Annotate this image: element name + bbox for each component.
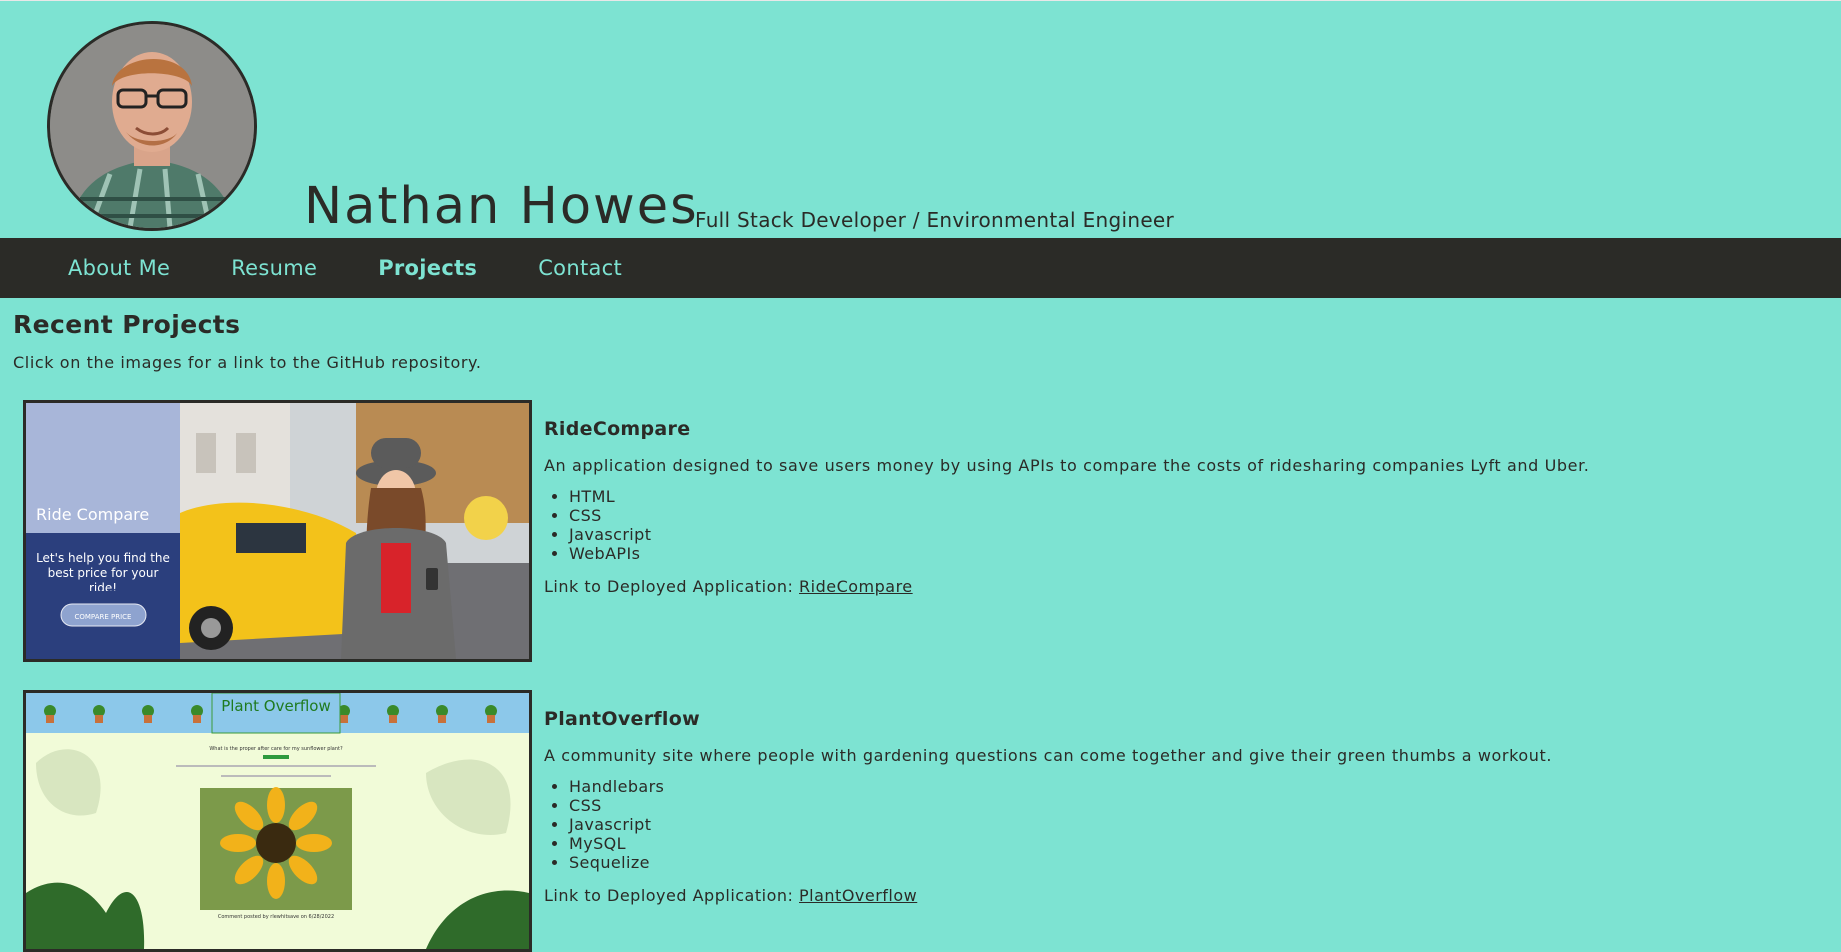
site-name: Nathan Howes xyxy=(304,177,699,236)
nav-link-resume[interactable]: Resume xyxy=(231,256,317,280)
project-info-plantoverflow: PlantOverflow A community site where peo… xyxy=(544,708,1744,905)
profile-photo xyxy=(47,21,257,231)
nav-link-projects[interactable]: Projects xyxy=(378,256,477,280)
profile-photo-image xyxy=(50,24,254,228)
project-screenshot-plantoverflow[interactable]: Plant Overflow What is the proper after … xyxy=(23,690,532,952)
project-title: PlantOverflow xyxy=(544,708,700,730)
project-screenshot-ridecompare[interactable]: Ride Compare Let's help you find the bes… xyxy=(23,400,532,662)
tech-list-item: CSS xyxy=(569,506,1744,525)
deployed-link-plantoverflow[interactable]: PlantOverflow xyxy=(799,886,917,905)
tech-list-item: Sequelize xyxy=(569,853,1744,872)
project-info-ridecompare: RideCompare An application designed to s… xyxy=(544,418,1744,596)
section-intro: Click on the images for a link to the Gi… xyxy=(13,353,482,372)
ridecompare-screenshot-image: Ride Compare Let's help you find the bes… xyxy=(26,403,529,659)
tech-list-item: CSS xyxy=(569,796,1744,815)
tech-list-item: MySQL xyxy=(569,834,1744,853)
tech-list-item: WebAPIs xyxy=(569,544,1744,563)
site-header: Nathan Howes Full Stack Developer / Envi… xyxy=(0,0,1841,238)
deployed-link-line: Link to Deployed Application: PlantOverf… xyxy=(544,886,1744,905)
project-description: An application designed to save users mo… xyxy=(544,456,1590,475)
tech-list: Handlebars CSS Javascript MySQL Sequeliz… xyxy=(544,777,1744,872)
tech-list-item: Handlebars xyxy=(569,777,1744,796)
project-description: A community site where people with garde… xyxy=(544,746,1553,765)
ridecompare-app-title: Ride Compare xyxy=(36,505,149,524)
main-nav: About Me Resume Projects Contact xyxy=(0,238,1841,298)
tech-list-item: HTML xyxy=(569,487,1744,506)
nav-link-about-me[interactable]: About Me xyxy=(68,256,170,280)
plantoverflow-screenshot-image: Plant Overflow What is the proper after … xyxy=(26,693,529,949)
tech-list-item: Javascript xyxy=(569,525,1744,544)
ridecompare-compare-price-button: COMPARE PRICE xyxy=(75,613,132,621)
section-title: Recent Projects xyxy=(13,310,241,339)
deployed-link-ridecompare[interactable]: RideCompare xyxy=(799,577,913,596)
project-title: RideCompare xyxy=(544,418,691,440)
tech-list: HTML CSS Javascript WebAPIs xyxy=(544,487,1744,563)
site-tagline: Full Stack Developer / Environmental Eng… xyxy=(695,208,1175,232)
ridecompare-app-tagline: Let's help you find the best price for y… xyxy=(36,551,170,591)
deployed-link-line: Link to Deployed Application: RideCompar… xyxy=(544,577,1744,596)
plantoverflow-question: What is the proper after care for my sun… xyxy=(209,746,343,752)
tech-list-item: Javascript xyxy=(569,815,1744,834)
deployed-link-label: Link to Deployed Application: xyxy=(544,886,794,905)
nav-link-contact[interactable]: Contact xyxy=(538,256,622,280)
plantoverflow-app-title: Plant Overflow xyxy=(221,697,331,715)
plantoverflow-comment-meta: Comment posted by rlewhitsave on 6/28/20… xyxy=(218,914,334,920)
deployed-link-label: Link to Deployed Application: xyxy=(544,577,794,596)
